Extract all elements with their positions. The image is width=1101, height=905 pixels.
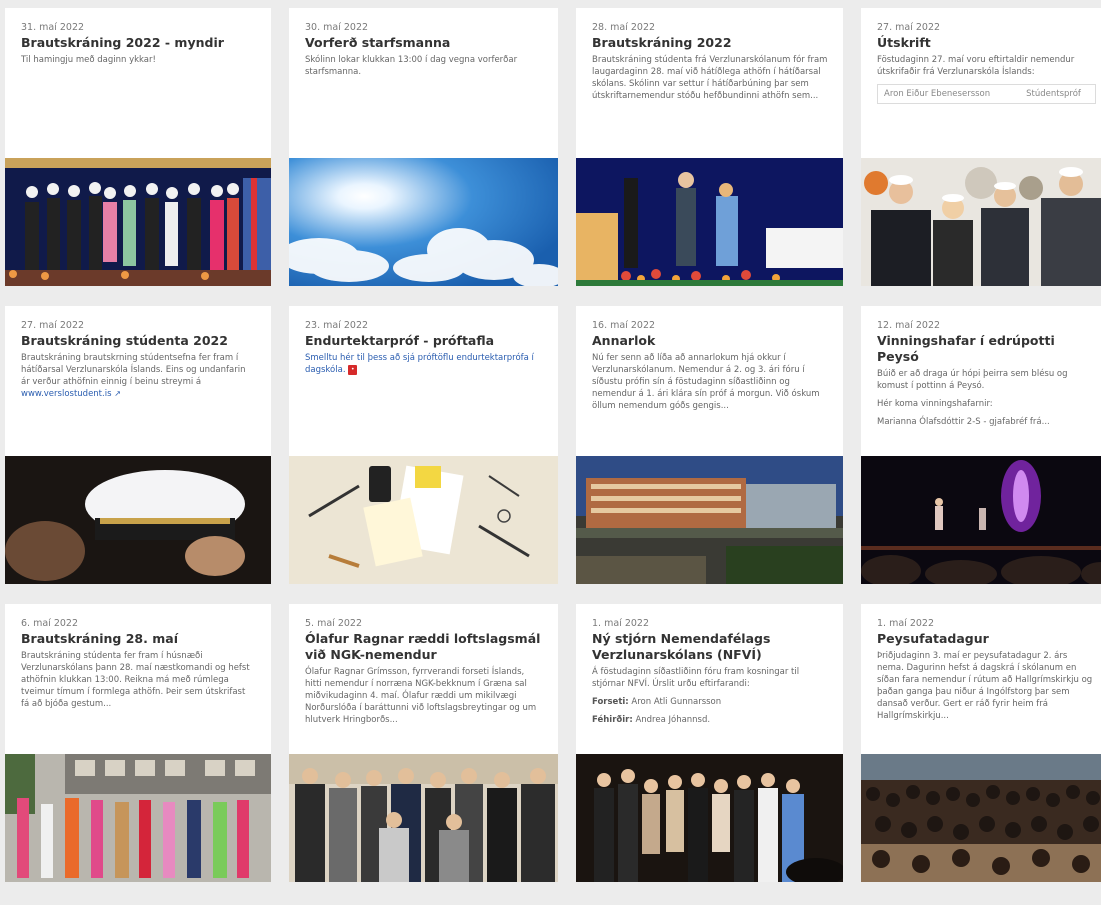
card-text: 12. maí 2022 Vinningshafar í edrúpotti P…: [861, 306, 1101, 456]
card-title[interactable]: Annarlok: [592, 333, 828, 349]
card-date: 30. maí 2022: [305, 22, 369, 33]
card-text: 28. maí 2022 Brautskráning 2022 Brautskr…: [576, 8, 843, 158]
card-date: 31. maí 2022: [21, 22, 85, 33]
card-excerpt: Til hamingju með daginn ykkar!: [21, 55, 156, 65]
news-card[interactable]: 1. maí 2022 Ný stjórn Nemendafélags Verz…: [576, 604, 843, 882]
card-title[interactable]: Brautskráning stúdenta 2022: [21, 333, 256, 349]
card-date: 1. maí 2022: [592, 618, 649, 629]
sunny-sky-photo[interactable]: [289, 158, 558, 286]
role-value: Aron Atli Gunnarsson: [631, 697, 722, 707]
card-date: 27. maí 2022: [21, 320, 85, 331]
excerpt-text-2: Hér koma vinningshafarnir:: [877, 399, 993, 409]
card-text: 31. maí 2022 Brautskráning 2022 - myndir…: [5, 8, 271, 158]
card-text: 1. maí 2022 Ný stjórn Nemendafélags Verz…: [576, 604, 843, 754]
concert-stage-photo[interactable]: [861, 456, 1101, 584]
card-text: 27. maí 2022 Brautskráning stúdenta 2022…: [5, 306, 271, 456]
card-text: 27. maí 2022 Útskrift Föstudaginn 27. ma…: [861, 8, 1101, 158]
card-text: 30. maí 2022 Vorferð starfsmanna Skólinn…: [289, 8, 558, 158]
graduate-degree: Stúdentspróf: [1026, 89, 1081, 99]
card-title[interactable]: Peysufatadagur: [877, 631, 1096, 647]
school-building-photo[interactable]: [576, 456, 843, 584]
card-date: 6. maí 2022: [21, 618, 78, 629]
card-title[interactable]: Vorferð starfsmanna: [305, 35, 543, 51]
card-excerpt: Nú fer senn að líða að annarlokum hjá ok…: [592, 353, 820, 411]
card-text: 16. maí 2022 Annarlok Nú fer senn að líð…: [576, 306, 843, 456]
card-excerpt: Ólafur Ragnar Grímsson, fyrrverandi fors…: [305, 667, 537, 725]
news-card[interactable]: 5. maí 2022 Ólafur Ragnar ræddi loftslag…: [289, 604, 558, 882]
student-council-photo[interactable]: [576, 754, 843, 882]
card-date: 23. maí 2022: [305, 320, 369, 331]
role-label-2: Féhirðir:: [592, 715, 633, 725]
card-excerpt: Brautskráning brautskrning stúdentsefna …: [21, 352, 256, 400]
graduate-name: Aron Eiður Ebenesersson: [884, 89, 991, 99]
school-supplies-photo[interactable]: [289, 456, 558, 584]
exam-table-link[interactable]: Smelltu hér til þess að sjá próftöflu en…: [305, 353, 534, 375]
news-card[interactable]: 27. maí 2022 Útskrift Föstudaginn 27. ma…: [861, 8, 1101, 286]
card-text: 23. maí 2022 Endurtektarpróf - próftafla…: [289, 306, 558, 456]
role-label: Forseti:: [592, 697, 629, 707]
card-title[interactable]: Brautskráning 28. maí: [21, 631, 256, 647]
card-excerpt: Á föstudaginn síðastliðinn fóru fram kos…: [592, 666, 828, 726]
card-excerpt: Búið er að draga úr hópi þeirra sem blés…: [877, 368, 1096, 428]
card-date: 5. maí 2022: [305, 618, 362, 629]
news-card[interactable]: 1. maí 2022 Peysufatadagur Þriðjudaginn …: [861, 604, 1101, 882]
card-date: 16. maí 2022: [592, 320, 656, 331]
card-title[interactable]: Ólafur Ragnar ræddi loftslagsmál við NGK…: [305, 631, 543, 663]
excerpt-text: Brautskráning brautskrning stúdentsefna …: [21, 353, 246, 387]
diploma-handover-photo[interactable]: [576, 158, 843, 286]
card-title[interactable]: Vinningshafar í edrúpotti Peysó: [877, 333, 1096, 365]
news-card[interactable]: 31. maí 2022 Brautskráning 2022 - myndir…: [5, 8, 271, 286]
pdf-icon: •: [348, 364, 358, 375]
card-excerpt: Skólinn lokar klukkan 13:00 í dag vegna …: [305, 55, 518, 77]
card-text: 5. maí 2022 Ólafur Ragnar ræddi loftslag…: [289, 604, 558, 754]
excerpt-text: Á föstudaginn síðastliðinn fóru fram kos…: [592, 667, 800, 689]
card-date: 12. maí 2022: [877, 320, 941, 331]
news-card[interactable]: 6. maí 2022 Brautskráning 28. maí Brauts…: [5, 604, 271, 882]
news-card[interactable]: 30. maí 2022 Vorferð starfsmanna Skólinn…: [289, 8, 558, 286]
card-excerpt: Þriðjudaginn 3. maí er peysufatadagur 2.…: [877, 651, 1093, 721]
excerpt-text: Búið er að draga úr hópi þeirra sem blés…: [877, 369, 1068, 391]
news-card[interactable]: 27. maí 2022 Brautskráning stúdenta 2022…: [5, 306, 271, 584]
card-excerpt: Brautskráning stúdenta fer fram í húsnæð…: [21, 651, 250, 709]
card-date: 27. maí 2022: [877, 22, 941, 33]
news-card[interactable]: 12. maí 2022 Vinningshafar í edrúpotti P…: [861, 306, 1101, 584]
card-excerpt: Föstudaginn 27. maí voru eftirtaldir nem…: [877, 55, 1075, 77]
card-title[interactable]: Endurtektarpróf - próftafla: [305, 333, 543, 349]
external-link-icon: ↗: [114, 389, 121, 398]
graduation-stage-photo[interactable]: [5, 158, 271, 286]
card-title[interactable]: Útskrift: [877, 35, 1096, 51]
news-card[interactable]: 23. maí 2022 Endurtektarpróf - próftafla…: [289, 306, 558, 584]
card-excerpt: Smelltu hér til þess að sjá próftöflu en…: [305, 352, 543, 376]
news-grid: 31. maí 2022 Brautskráning 2022 - myndir…: [5, 8, 1101, 882]
news-card[interactable]: 28. maí 2022 Brautskráning 2022 Brautskr…: [576, 8, 843, 286]
stream-link[interactable]: www.verslostudent.is: [21, 389, 112, 399]
dance-crowd-photo[interactable]: [861, 754, 1101, 882]
card-excerpt: Brautskráning stúdenta frá Verzlunarskól…: [592, 55, 828, 101]
graduates-table: Aron Eiður Ebenesersson Stúdentspróf: [877, 84, 1096, 104]
student-cap-photo[interactable]: [5, 456, 271, 584]
role-value-2: Andrea Jóhannsd.: [635, 715, 711, 725]
card-title[interactable]: Brautskráning 2022 - myndir: [21, 35, 256, 51]
card-title[interactable]: Brautskráning 2022: [592, 35, 828, 51]
card-title[interactable]: Ný stjórn Nemendafélags Verzlunarskólans…: [592, 631, 828, 663]
card-text: 1. maí 2022 Peysufatadagur Þriðjudaginn …: [861, 604, 1101, 754]
card-text: 6. maí 2022 Brautskráning 28. maí Brauts…: [5, 604, 271, 754]
card-date: 28. maí 2022: [592, 22, 656, 33]
group-photo[interactable]: [289, 754, 558, 882]
card-date: 1. maí 2022: [877, 618, 934, 629]
graduates-portrait-photo[interactable]: [861, 158, 1101, 286]
news-card[interactable]: 16. maí 2022 Annarlok Nú fer senn að líð…: [576, 306, 843, 584]
celebration-street-photo[interactable]: [5, 754, 271, 882]
excerpt-text-3: Marianna Ólafsdóttir 2-S - gjafabréf frá…: [877, 417, 1050, 427]
